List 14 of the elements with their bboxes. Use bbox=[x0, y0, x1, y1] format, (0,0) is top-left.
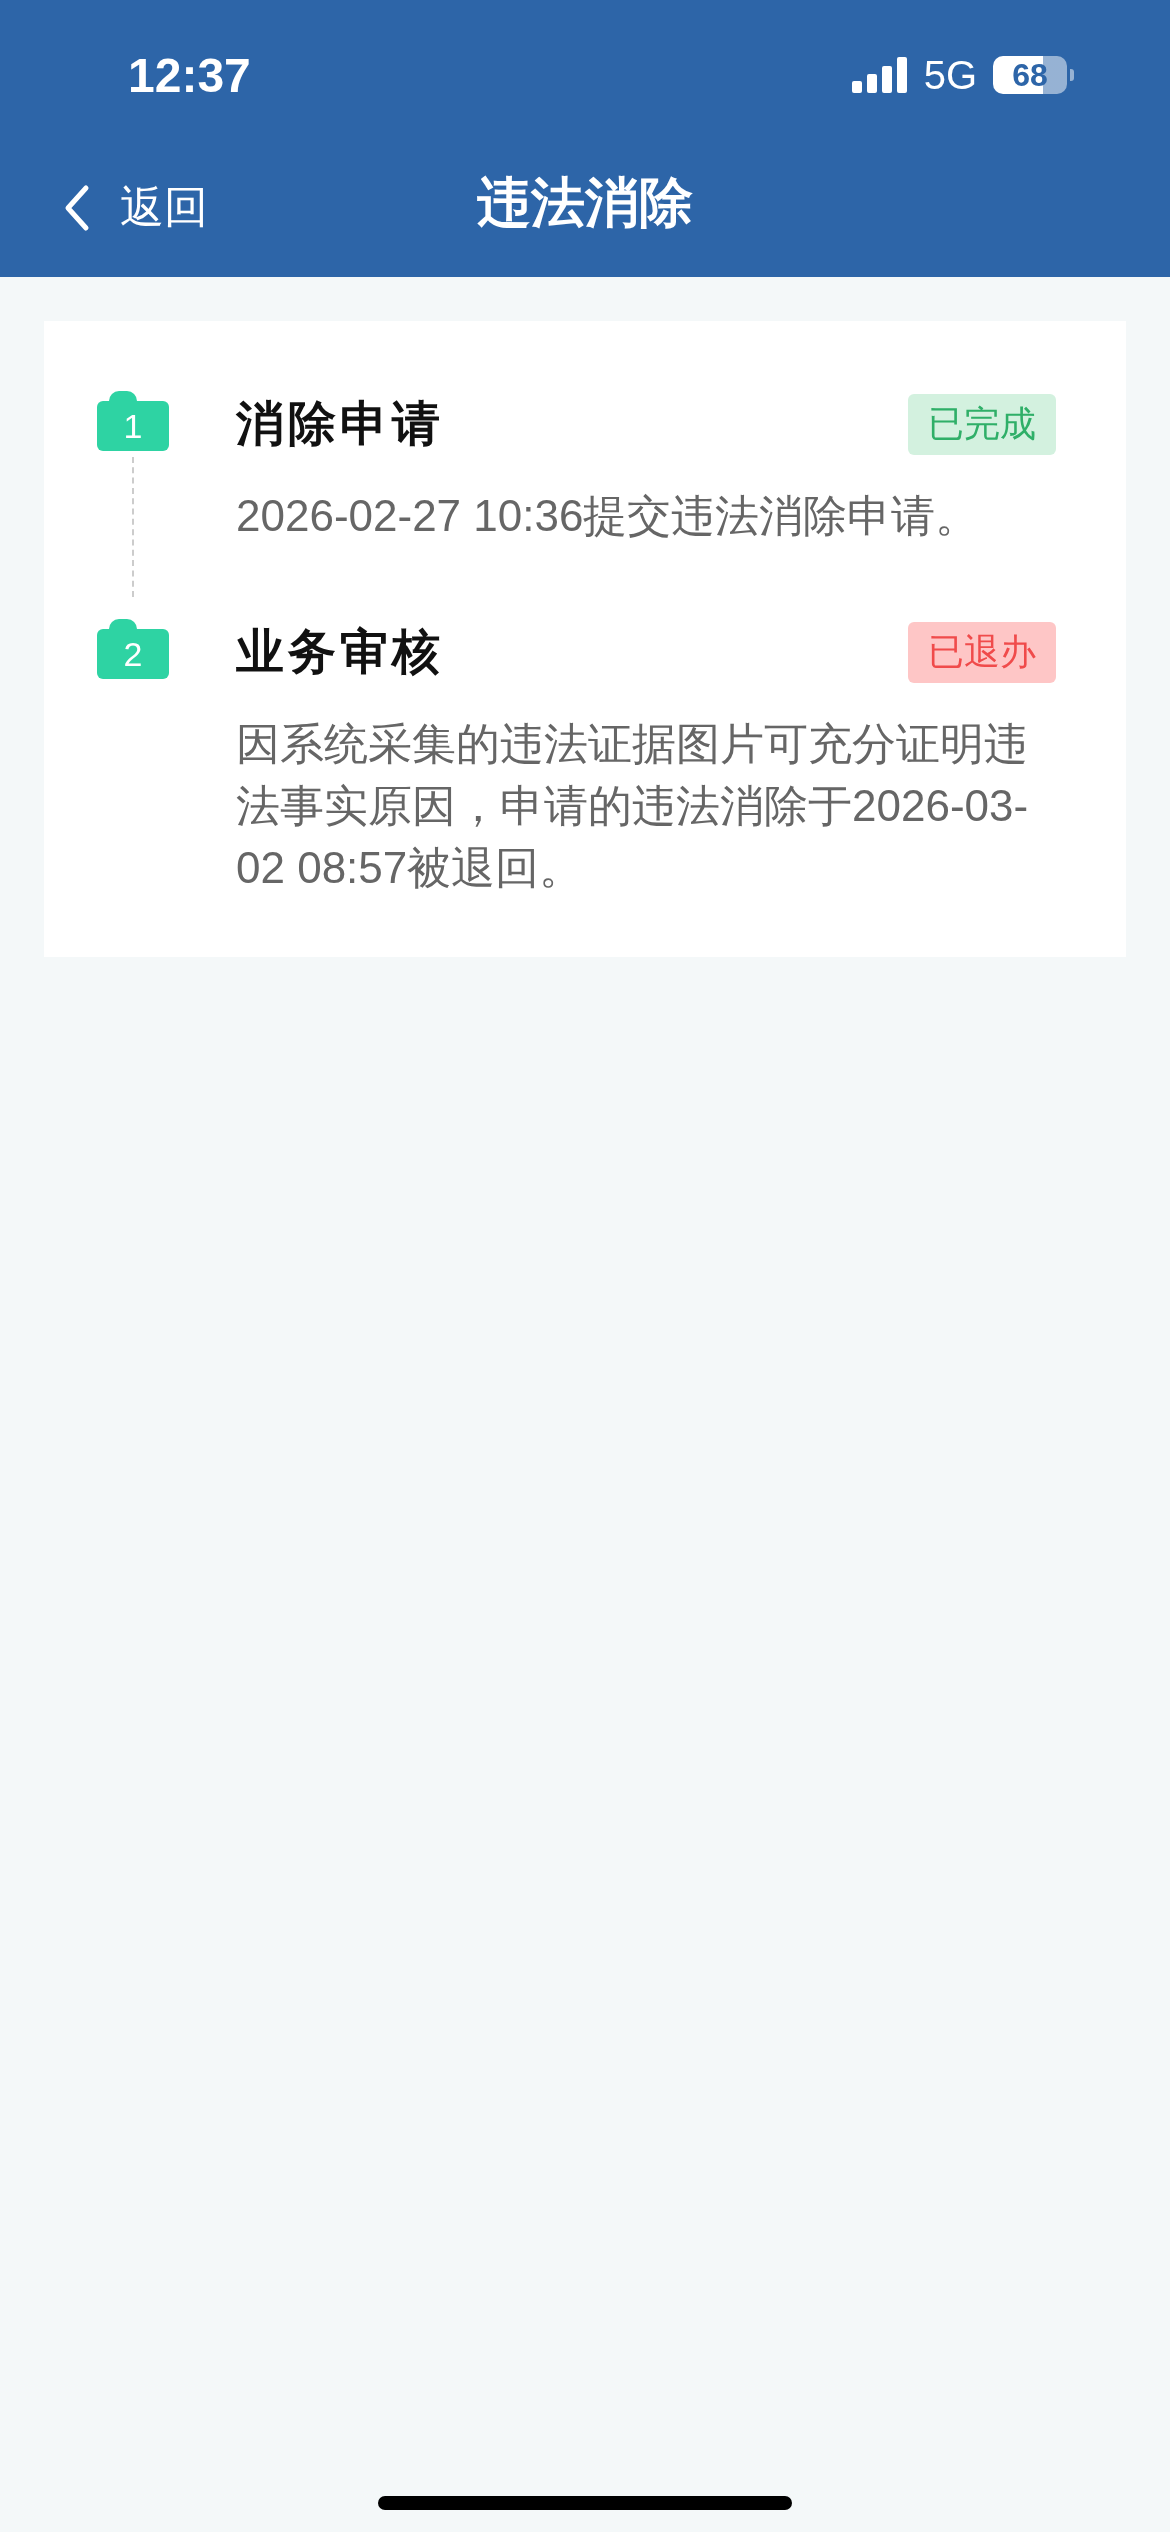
network-label: 5G bbox=[923, 52, 977, 98]
step-title: 业务审核 bbox=[236, 624, 444, 680]
signal-icon bbox=[851, 57, 908, 93]
step-description: 因系统采集的违法证据图片可充分证明违法事实原因，申请的违法消除于2026-03-02 08:57被退回。 bbox=[236, 718, 1030, 894]
status-badge: 已退办 bbox=[908, 621, 1056, 683]
status-badge: 已完成 bbox=[908, 393, 1056, 455]
step-number: 1 bbox=[97, 391, 169, 451]
step-description: 2026-02-27 10:36提交违法消除申请。 bbox=[236, 490, 981, 542]
step-number: 2 bbox=[97, 619, 169, 679]
chevron-left-icon bbox=[64, 183, 90, 232]
page-title: 违法消除 bbox=[477, 171, 693, 234]
back-button[interactable]: 返回 bbox=[64, 170, 208, 245]
status-time: 12:37 bbox=[128, 47, 251, 103]
step-title: 消除申请 bbox=[236, 396, 444, 452]
